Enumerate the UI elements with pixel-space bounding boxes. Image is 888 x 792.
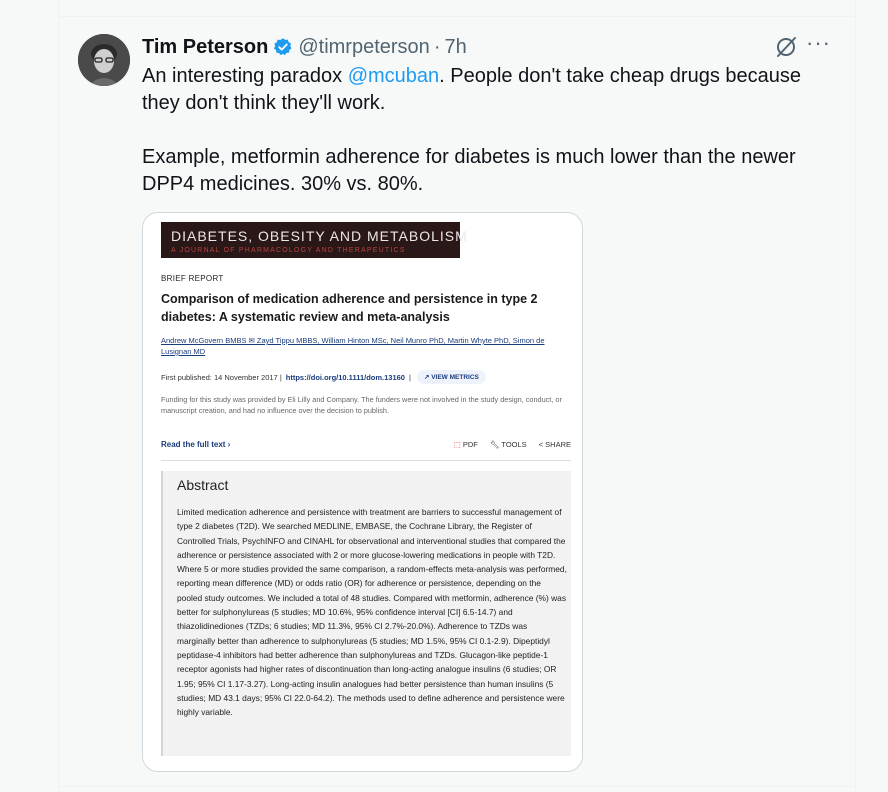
tweet-paragraph: An interesting paradox @mcuban. People d… bbox=[142, 63, 842, 117]
share-icon: < bbox=[538, 440, 544, 449]
share-item: < SHARE bbox=[539, 440, 571, 449]
tweet-image[interactable]: DIABETES, OBESITY AND METABOLISM A JOURN… bbox=[142, 212, 583, 772]
tools-item: 🔧︎ TOOLS bbox=[490, 440, 527, 449]
published-date: First published: 14 November 2017 | bbox=[161, 372, 282, 382]
verified-badge-icon bbox=[273, 37, 293, 57]
read-full-text-link: Read the full text › bbox=[161, 440, 231, 449]
pdf-icon: ⬚ bbox=[453, 440, 461, 449]
journal-subtitle: A JOURNAL OF PHARMACOLOGY AND THERAPEUTI… bbox=[171, 247, 406, 254]
pdf-item: ⬚ PDF bbox=[454, 440, 478, 449]
journal-title: DIABETES, OBESITY AND METABOLISM bbox=[171, 228, 468, 244]
mention-link[interactable]: @mcuban bbox=[348, 65, 439, 87]
doi-link: https://doi.org/10.1111/dom.13160 bbox=[285, 372, 405, 382]
separator: · bbox=[433, 35, 441, 58]
timestamp[interactable]: 7h bbox=[444, 36, 466, 59]
grok-icon[interactable] bbox=[774, 34, 800, 60]
journal-banner: DIABETES, OBESITY AND METABOLISM A JOURN… bbox=[161, 222, 467, 258]
author-name[interactable]: Tim Peterson bbox=[142, 36, 268, 59]
avatar[interactable] bbox=[78, 34, 130, 86]
divider bbox=[58, 786, 856, 787]
publication-row: First published: 14 November 2017 | http… bbox=[161, 370, 486, 384]
article-divider bbox=[161, 460, 571, 461]
pdf-label: PDF bbox=[462, 440, 478, 449]
more-icon[interactable]: ··· bbox=[806, 30, 831, 56]
wrench-icon: 🔧︎ bbox=[489, 440, 500, 449]
funding-note: Funding for this study was provided by E… bbox=[161, 395, 562, 415]
view-metrics-badge: ↗ VIEW METRICS bbox=[416, 370, 486, 384]
share-label: SHARE bbox=[545, 440, 571, 449]
tweet-paragraph: Example, metformin adherence for diabete… bbox=[142, 146, 796, 195]
tweet-text: An interesting paradox @mcuban. People d… bbox=[142, 63, 842, 225]
tweet-header: Tim Peterson @timrpeterson · 7h bbox=[142, 33, 467, 61]
article-authors: Andrew McGovern BMBS ✉ Zayd Tippu MBBS, … bbox=[161, 336, 545, 356]
article-actions: Read the full text › ⬚ PDF 🔧︎ TOOLS < SHA… bbox=[161, 440, 571, 452]
article-section: BRIEF REPORT bbox=[161, 274, 224, 283]
author-handle[interactable]: @timrpeterson bbox=[298, 36, 429, 59]
abstract-heading: Abstract bbox=[177, 477, 229, 493]
doi-separator: | bbox=[408, 372, 411, 382]
tools-label: TOOLS bbox=[501, 440, 527, 449]
divider bbox=[58, 16, 856, 17]
view-metrics-label: VIEW METRICS bbox=[431, 374, 479, 381]
abstract-text: Limited medication adherence and persist… bbox=[177, 507, 567, 718]
article-tools: ⬚ PDF 🔧︎ TOOLS < SHARE bbox=[454, 440, 571, 449]
article-title: Comparison of medication adherence and p… bbox=[161, 292, 538, 324]
abstract-box: Abstract Limited medication adherence an… bbox=[161, 471, 571, 756]
tweet-text-part: An interesting paradox bbox=[142, 65, 348, 87]
